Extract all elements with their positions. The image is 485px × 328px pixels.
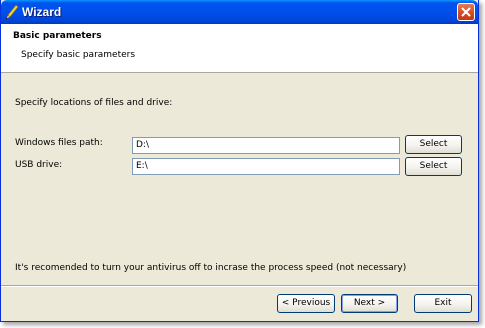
instructions-text: Specify locations of files and drive: [15,98,173,108]
next-button[interactable]: Next > [341,294,398,313]
title-bar[interactable]: Wizard [1,0,478,24]
header-panel: Basic parameters Specify basic parameter… [1,24,478,73]
exit-button[interactable]: Exit [414,294,472,313]
previous-button[interactable]: < Previous [277,294,335,313]
page-title: Basic parameters [13,31,102,41]
close-button[interactable] [457,3,475,21]
page-subtitle: Specify basic parameters [21,50,136,60]
window-title: Wizard [22,5,62,19]
select-usb-drive-button[interactable]: Select [405,157,462,176]
windows-path-label: Windows files path: [15,138,103,148]
antivirus-note: It's recomended to turn your antivirus o… [15,263,407,273]
select-windows-path-button[interactable]: Select [405,135,462,154]
footer-separator [1,285,478,287]
pen-icon [5,4,19,20]
close-icon [461,7,471,17]
usb-drive-label: USB drive: [15,160,63,170]
windows-path-input[interactable]: D:\ [132,137,400,154]
usb-drive-input[interactable]: E:\ [132,158,400,175]
wizard-window: Wizard Basic parameters Specify basic pa… [0,0,479,322]
